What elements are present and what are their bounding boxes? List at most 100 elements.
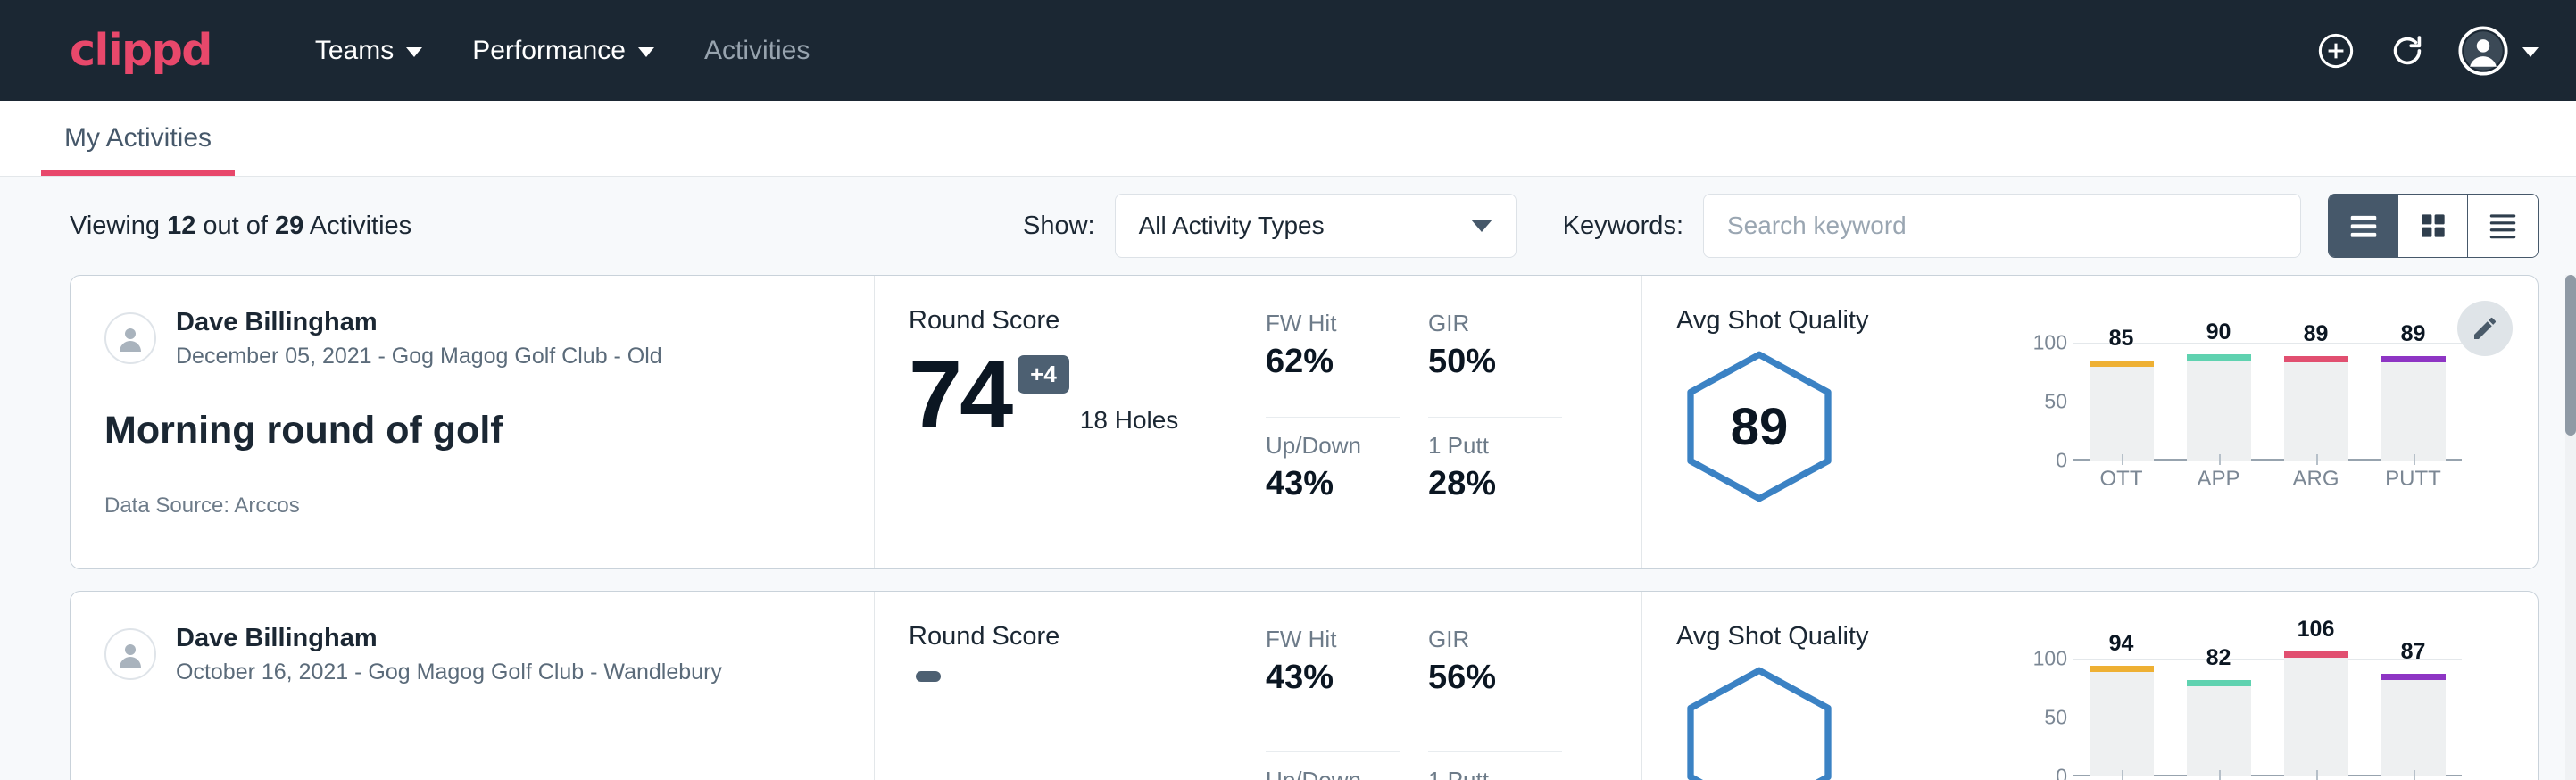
nav-item-performance[interactable]: Performance bbox=[447, 36, 679, 66]
list-view-icon bbox=[2347, 209, 2381, 243]
round-stats: FW Hit 43% GIR 56% Up/Down 1 Putt bbox=[1266, 622, 1562, 780]
scrollbar-thumb[interactable] bbox=[2565, 275, 2576, 436]
shot-quality-chart-wrap: 050100948210687OTTAPPARGPUTT bbox=[2015, 622, 2504, 780]
activity-quality-section: Avg Shot Quality 89 05010085908989OTTAPP… bbox=[1641, 276, 2538, 568]
activity-title: Morning round of golf bbox=[104, 409, 840, 452]
avg-shot-quality-value: 89 bbox=[1676, 348, 1842, 505]
round-score-row: 74 +4 18 Holes bbox=[909, 350, 1266, 438]
score-delta-badge bbox=[916, 671, 941, 682]
chart-y-axis: 050100 bbox=[2015, 647, 2067, 776]
keywords-label: Keywords: bbox=[1563, 212, 1683, 241]
avatar-icon bbox=[2458, 26, 2508, 76]
x-axis-tick-label: ARG bbox=[2284, 467, 2348, 492]
chart-bar-cap bbox=[2090, 361, 2154, 367]
player-name: Dave Billingham bbox=[176, 622, 722, 654]
stat-gir: GIR 50% bbox=[1428, 310, 1562, 418]
y-axis-tick-label: 0 bbox=[2056, 449, 2067, 473]
y-axis-tick-label: 100 bbox=[2033, 331, 2067, 355]
activity-score-section: Round Score 74 +4 18 Holes FW Hit 62% GI… bbox=[874, 276, 1641, 568]
compact-view-button[interactable] bbox=[2468, 195, 2538, 257]
tab-my-activities[interactable]: My Activities bbox=[41, 101, 235, 176]
stat-value: 62% bbox=[1266, 343, 1400, 381]
score-delta-badge: +4 bbox=[1018, 355, 1069, 394]
nav-item-teams[interactable]: Teams bbox=[290, 36, 447, 66]
list-view-button[interactable] bbox=[2329, 195, 2398, 257]
chart-bar-value-label: 82 bbox=[2187, 645, 2251, 671]
chart-bar bbox=[2090, 666, 2154, 776]
chevron-down-icon bbox=[638, 47, 654, 57]
activity-card[interactable]: Dave Billingham October 16, 2021 - Gog M… bbox=[70, 591, 2539, 780]
chart-bar-value-label: 89 bbox=[2284, 321, 2348, 347]
show-label: Show: bbox=[1023, 212, 1095, 241]
y-axis-tick-label: 100 bbox=[2033, 647, 2067, 671]
activity-card[interactable]: Dave Billingham December 05, 2021 - Gog … bbox=[70, 275, 2539, 569]
chart-bars: 948210687 bbox=[2073, 647, 2462, 776]
activity-player: Dave Billingham December 05, 2021 - Gog … bbox=[104, 306, 840, 371]
stat-label: FW Hit bbox=[1266, 626, 1400, 653]
y-axis-tick-label: 50 bbox=[2044, 706, 2067, 730]
chart-bar-value-label: 90 bbox=[2187, 319, 2251, 345]
scrollbar-track[interactable] bbox=[2565, 275, 2576, 780]
account-avatar[interactable] bbox=[2458, 26, 2539, 76]
round-score-label: Round Score bbox=[909, 622, 1266, 651]
chart-bar-cap bbox=[2187, 354, 2251, 361]
stat-gir: GIR 56% bbox=[1428, 626, 1562, 752]
avg-shot-quality-label: Avg Shot Quality bbox=[1676, 306, 2015, 336]
chart-bar-column: 87 bbox=[2381, 647, 2446, 776]
avg-shot-quality-value bbox=[1676, 664, 1842, 780]
nav-item-activities[interactable]: Activities bbox=[679, 36, 835, 66]
person-icon bbox=[112, 320, 148, 356]
chart-bar-cap bbox=[2381, 356, 2446, 362]
quality-hexagon bbox=[1676, 664, 1842, 780]
viewing-suffix: Activities bbox=[303, 212, 411, 240]
avg-shot-quality-block: Avg Shot Quality 89 bbox=[1676, 306, 2015, 538]
nav-item-label: Activities bbox=[704, 36, 810, 66]
chart-bar-value-label: 87 bbox=[2381, 639, 2446, 665]
search-input[interactable] bbox=[1703, 194, 2301, 258]
edit-activity-button[interactable] bbox=[2457, 301, 2513, 356]
refresh-icon[interactable] bbox=[2387, 30, 2428, 71]
activity-list[interactable]: Dave Billingham December 05, 2021 - Gog … bbox=[0, 275, 2576, 780]
chart-bar bbox=[2381, 674, 2446, 776]
stat-label: Up/Down bbox=[1266, 432, 1400, 460]
chart-bar-cap bbox=[2284, 651, 2348, 658]
chevron-down-icon bbox=[406, 47, 422, 57]
chart-bar bbox=[2284, 651, 2348, 776]
shot-quality-chart: 050100948210687OTTAPPARGPUTT bbox=[2015, 647, 2462, 780]
activity-score-section: Round Score FW Hit 43% GIR 56% Up/Down bbox=[874, 592, 1641, 780]
round-score-label: Round Score bbox=[909, 306, 1266, 336]
stat-label: GIR bbox=[1428, 626, 1562, 653]
x-axis-tick-label: OTT bbox=[2090, 467, 2154, 492]
stat-value: 43% bbox=[1266, 465, 1400, 503]
x-axis-tick-mark bbox=[2316, 454, 2318, 465]
stat-value: 56% bbox=[1428, 659, 1562, 697]
chevron-down-icon bbox=[1471, 220, 1492, 232]
activity-meta: October 16, 2021 - Gog Magog Golf Club -… bbox=[176, 658, 722, 687]
stat-value: 50% bbox=[1428, 343, 1562, 381]
chart-bar-column: 90 bbox=[2187, 331, 2251, 461]
round-score-row bbox=[909, 666, 1266, 676]
compact-view-icon bbox=[2486, 209, 2520, 243]
avatar bbox=[104, 312, 156, 364]
stat-value: 43% bbox=[1266, 659, 1400, 697]
chart-bar-column: 82 bbox=[2187, 647, 2251, 776]
clippd-logo[interactable]: clippd bbox=[70, 25, 212, 76]
chart-bar bbox=[2284, 356, 2348, 461]
round-stats: FW Hit 62% GIR 50% Up/Down 43% 1 Putt 28… bbox=[1266, 306, 1562, 538]
activity-meta: December 05, 2021 - Gog Magog Golf Club … bbox=[176, 342, 662, 371]
viewing-total: 29 bbox=[275, 212, 303, 240]
stat-fw-hit: FW Hit 43% bbox=[1266, 626, 1400, 752]
chart-bar bbox=[2090, 361, 2154, 461]
activity-type-select[interactable]: All Activity Types bbox=[1115, 194, 1517, 258]
stat-fw-hit: FW Hit 62% bbox=[1266, 310, 1400, 418]
activity-player: Dave Billingham October 16, 2021 - Gog M… bbox=[104, 622, 840, 687]
stat-label: 1 Putt bbox=[1428, 432, 1562, 460]
chart-bar-cap bbox=[2090, 666, 2154, 672]
round-score-value: 74 bbox=[909, 350, 1010, 438]
add-circle-icon[interactable] bbox=[2315, 30, 2356, 71]
activity-info: Dave Billingham December 05, 2021 - Gog … bbox=[71, 276, 874, 568]
grid-view-button[interactable] bbox=[2398, 195, 2468, 257]
holes-label: 18 Holes bbox=[1080, 406, 1179, 435]
chart-bar bbox=[2381, 356, 2446, 461]
chart-bars: 85908989 bbox=[2073, 331, 2462, 461]
